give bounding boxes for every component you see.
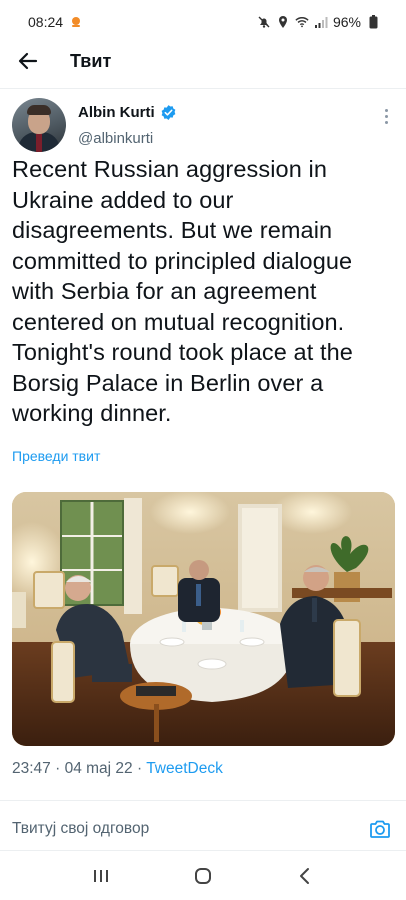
home-icon <box>195 868 211 884</box>
more-options-button[interactable] <box>378 106 394 126</box>
page-title: Твит <box>70 50 112 71</box>
tweet-text: Recent Russian aggression in Ukraine add… <box>12 156 353 426</box>
system-nav-bar <box>0 852 406 900</box>
author-handle[interactable]: @albinkurti <box>78 130 153 147</box>
signal-icon <box>314 15 328 29</box>
battery-percent: 96% <box>332 14 361 30</box>
reply-bar: Твитуј свој одговор <box>0 808 406 850</box>
tweet-author: Albin Kurti @albinkurti <box>12 98 394 154</box>
status-bar: 08:24 96% <box>0 0 406 44</box>
status-time: 08:24 <box>28 14 64 30</box>
status-right: 96% <box>257 14 380 30</box>
home-button[interactable] <box>183 856 223 896</box>
battery-icon <box>366 15 380 29</box>
notification-dot-icon <box>69 15 83 29</box>
camera-icon[interactable] <box>368 817 392 841</box>
tweet-source-link[interactable]: TweetDeck <box>146 760 223 777</box>
meta-separator: · <box>136 760 143 777</box>
author-name-row: Albin Kurti <box>78 104 177 121</box>
chevron-left-icon <box>300 868 309 884</box>
location-icon <box>276 15 290 29</box>
more-dot <box>384 108 388 112</box>
system-back-button[interactable] <box>285 856 325 896</box>
header-divider <box>0 88 406 89</box>
tweet-meta: 23:47 · 04 maj 22 · TweetDeck <box>12 760 223 778</box>
more-dot <box>384 120 388 124</box>
mute-icon <box>257 15 271 29</box>
recents-icon <box>94 870 108 882</box>
meta-separator: · <box>55 760 61 777</box>
recents-button[interactable] <box>81 856 121 896</box>
more-dot <box>384 114 388 118</box>
verified-badge-icon <box>161 105 176 120</box>
avatar[interactable] <box>12 98 66 152</box>
translate-tweet-link[interactable]: Преведи твит <box>12 448 100 464</box>
meta-divider <box>0 800 406 801</box>
arrow-left-icon <box>18 52 38 70</box>
back-button[interactable] <box>0 44 56 78</box>
dinner-meeting-image <box>12 492 395 746</box>
tweet-photo[interactable] <box>12 492 395 746</box>
reply-divider <box>0 850 406 851</box>
wifi-icon <box>295 15 309 29</box>
tweet-date: 04 maj 22 <box>64 760 133 777</box>
author-name[interactable]: Albin Kurti <box>78 104 155 121</box>
top-app-bar: Твит <box>0 44 406 78</box>
status-left: 08:24 <box>28 14 83 30</box>
tweet-time: 23:47 <box>12 760 51 777</box>
reply-input[interactable]: Твитуј свој одговор <box>12 820 368 838</box>
